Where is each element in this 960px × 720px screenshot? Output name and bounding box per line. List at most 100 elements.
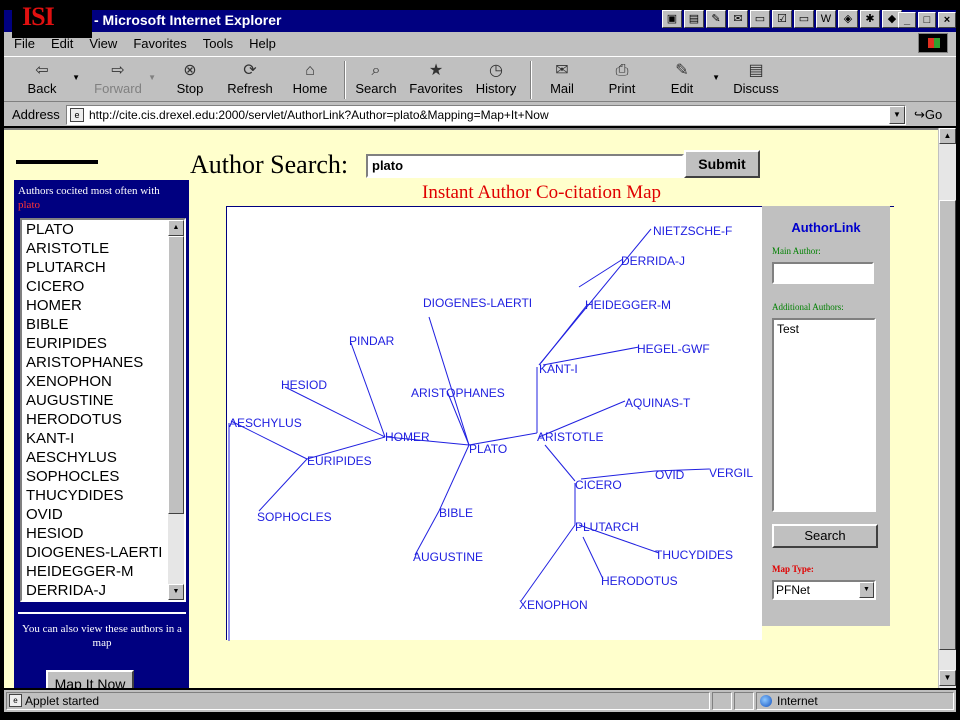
list-item[interactable]: CICERO [22,277,184,296]
map-node[interactable]: THUCYDIDES [655,548,733,562]
list-item[interactable]: AESCHYLUS [22,448,184,467]
menu-help[interactable]: Help [249,36,276,51]
list-item[interactable]: DERRIDA-J [22,581,184,600]
chevron-down-icon[interactable]: ▼ [148,73,156,82]
search-button[interactable]: ⌕ Search [346,61,406,96]
scroll-down-icon[interactable]: ▼ [168,584,184,600]
chevron-down-icon[interactable]: ▼ [712,73,720,82]
restore-button[interactable]: □ [918,12,936,28]
list-item[interactable]: PLATO [22,220,184,239]
list-item[interactable]: THUCYDIDES [22,486,184,505]
folder-icon[interactable]: ◈ [838,10,858,28]
map-node[interactable]: BIBLE [439,506,473,520]
favorites-button[interactable]: ★ Favorites [406,61,466,96]
menu-view[interactable]: View [89,36,117,51]
discuss-button[interactable]: ▤ Discuss [726,61,786,96]
chevron-down-icon[interactable]: ▼ [859,582,874,598]
map-node[interactable]: NIETZSCHE-F [653,224,732,238]
list-item[interactable]: BIBLE [22,315,184,334]
map-node[interactable]: HERODOTUS [601,574,678,588]
go-button[interactable]: ↪Go [914,107,942,123]
list-item[interactable]: KANT-I [22,429,184,448]
window-icon[interactable]: ▭ [794,10,814,28]
map-node[interactable]: VERGIL [709,466,753,480]
list-item[interactable]: DIOGENES-LAERTI [22,543,184,562]
map-node[interactable]: SOPHOCLES [257,510,332,524]
menu-favorites[interactable]: Favorites [133,36,186,51]
scroll-thumb[interactable] [168,236,184,514]
scroll-down-icon[interactable]: ▼ [939,670,956,686]
map-node[interactable]: DIOGENES-LAERTI [423,296,532,310]
additional-authors-textarea[interactable]: Test [772,318,876,512]
minimize-button[interactable]: _ [898,12,916,28]
map-type-select[interactable]: PFNet ▼ [772,580,876,600]
chevron-down-icon[interactable]: ▼ [72,73,80,82]
list-item[interactable]: XENOPHON [22,372,184,391]
main-author-input[interactable] [772,262,874,284]
check-icon[interactable]: ☑ [772,10,792,28]
list-item[interactable]: SOPHOCLES [22,467,184,486]
refresh-button[interactable]: ⟳ Refresh [220,61,280,96]
page-scrollbar[interactable]: ▲ ▼ [938,128,956,688]
mail-button[interactable]: ✉ Mail [532,61,592,96]
map-node[interactable]: ARISTOPHANES [411,386,505,400]
map-node[interactable]: AESCHYLUS [229,416,302,430]
map-node[interactable]: OVID [655,468,685,482]
map-node[interactable]: ARISTOTLE [537,430,603,444]
menu-tools[interactable]: Tools [203,36,233,51]
edit-button[interactable]: ✎ Edit ▼ [652,61,720,96]
author-search-input[interactable]: plato [366,154,684,178]
list-item[interactable]: HESIOD [22,524,184,543]
list-item[interactable]: AUGUSTINE [22,391,184,410]
list-scrollbar[interactable]: ▲ ▼ [168,220,184,600]
list-item[interactable]: HOMER [22,296,184,315]
scroll-up-icon[interactable]: ▲ [168,220,184,236]
authorlink-search-button[interactable]: Search [772,524,878,548]
home-button[interactable]: ⌂ Home [280,61,340,96]
doc-icon[interactable]: ▤ [684,10,704,28]
cocitation-map[interactable]: NIETZSCHE-F DERRIDA-J HEIDEGGER-M DIOGENES-… [226,206,763,641]
map-node[interactable]: HOMER [385,430,430,444]
back-button[interactable]: ⇦ Back ▼ [12,61,80,96]
list-item[interactable]: HEIDEGGER-M [22,562,184,581]
submit-button[interactable]: Submit [684,150,760,178]
stop-button[interactable]: ⊗ Stop [160,61,220,96]
print-button[interactable]: ⎙ Print [592,61,652,96]
map-node[interactable]: AUGUSTINE [413,550,483,564]
map-node[interactable]: PLUTARCH [575,520,639,534]
list-item[interactable]: ARISTOPHANES [22,353,184,372]
map-node[interactable]: EURIPIDES [307,454,372,468]
tools-icon[interactable]: ✎ [706,10,726,28]
window-icon[interactable]: ▭ [750,10,770,28]
map-node[interactable]: PLATO [469,442,507,456]
mail-icon[interactable]: ✉ [728,10,748,28]
map-node[interactable]: KANT-I [539,362,578,376]
map-it-now-button[interactable]: Map It Now [46,670,134,688]
map-node[interactable]: DERRIDA-J [621,254,685,268]
close-button[interactable]: × [938,12,956,28]
chevron-down-icon[interactable]: ▼ [889,106,905,124]
map-node[interactable]: PINDAR [349,334,395,348]
map-node[interactable]: AQUINAS-T [625,396,691,410]
list-item[interactable]: ARISTOTLE [22,239,184,258]
cocitation-map-graph[interactable]: NIETZSCHE-F DERRIDA-J HEIDEGGER-M DIOGENES-… [227,207,763,641]
map-node[interactable]: CICERO [575,478,622,492]
map-node[interactable]: HEGEL-GWF [637,342,710,356]
history-button[interactable]: ◷ History [466,61,526,96]
scroll-thumb[interactable] [939,200,956,650]
map-node[interactable]: XENOPHON [519,598,588,612]
cocited-author-list[interactable]: PLATO ARISTOTLE PLUTARCH CICERO HOMER BIBLE EU… [20,218,186,602]
scroll-up-icon[interactable]: ▲ [939,128,956,144]
word-icon[interactable]: W [816,10,836,28]
app-icon[interactable]: ▣ [662,10,682,28]
list-item[interactable]: OVID [22,505,184,524]
list-item[interactable]: HERODOTUS [22,410,184,429]
address-input[interactable]: e http://cite.cis.drexel.edu:2000/servle… [66,105,906,125]
list-item[interactable]: EURIPIDES [22,334,184,353]
list-item[interactable]: PLUTARCH [22,258,184,277]
status-cell [712,692,732,710]
map-node[interactable]: HESIOD [281,378,327,392]
spider-icon[interactable]: ✱ [860,10,880,28]
forward-button[interactable]: ⇨ Forward ▼ [88,61,156,96]
map-node[interactable]: HEIDEGGER-M [585,298,671,312]
